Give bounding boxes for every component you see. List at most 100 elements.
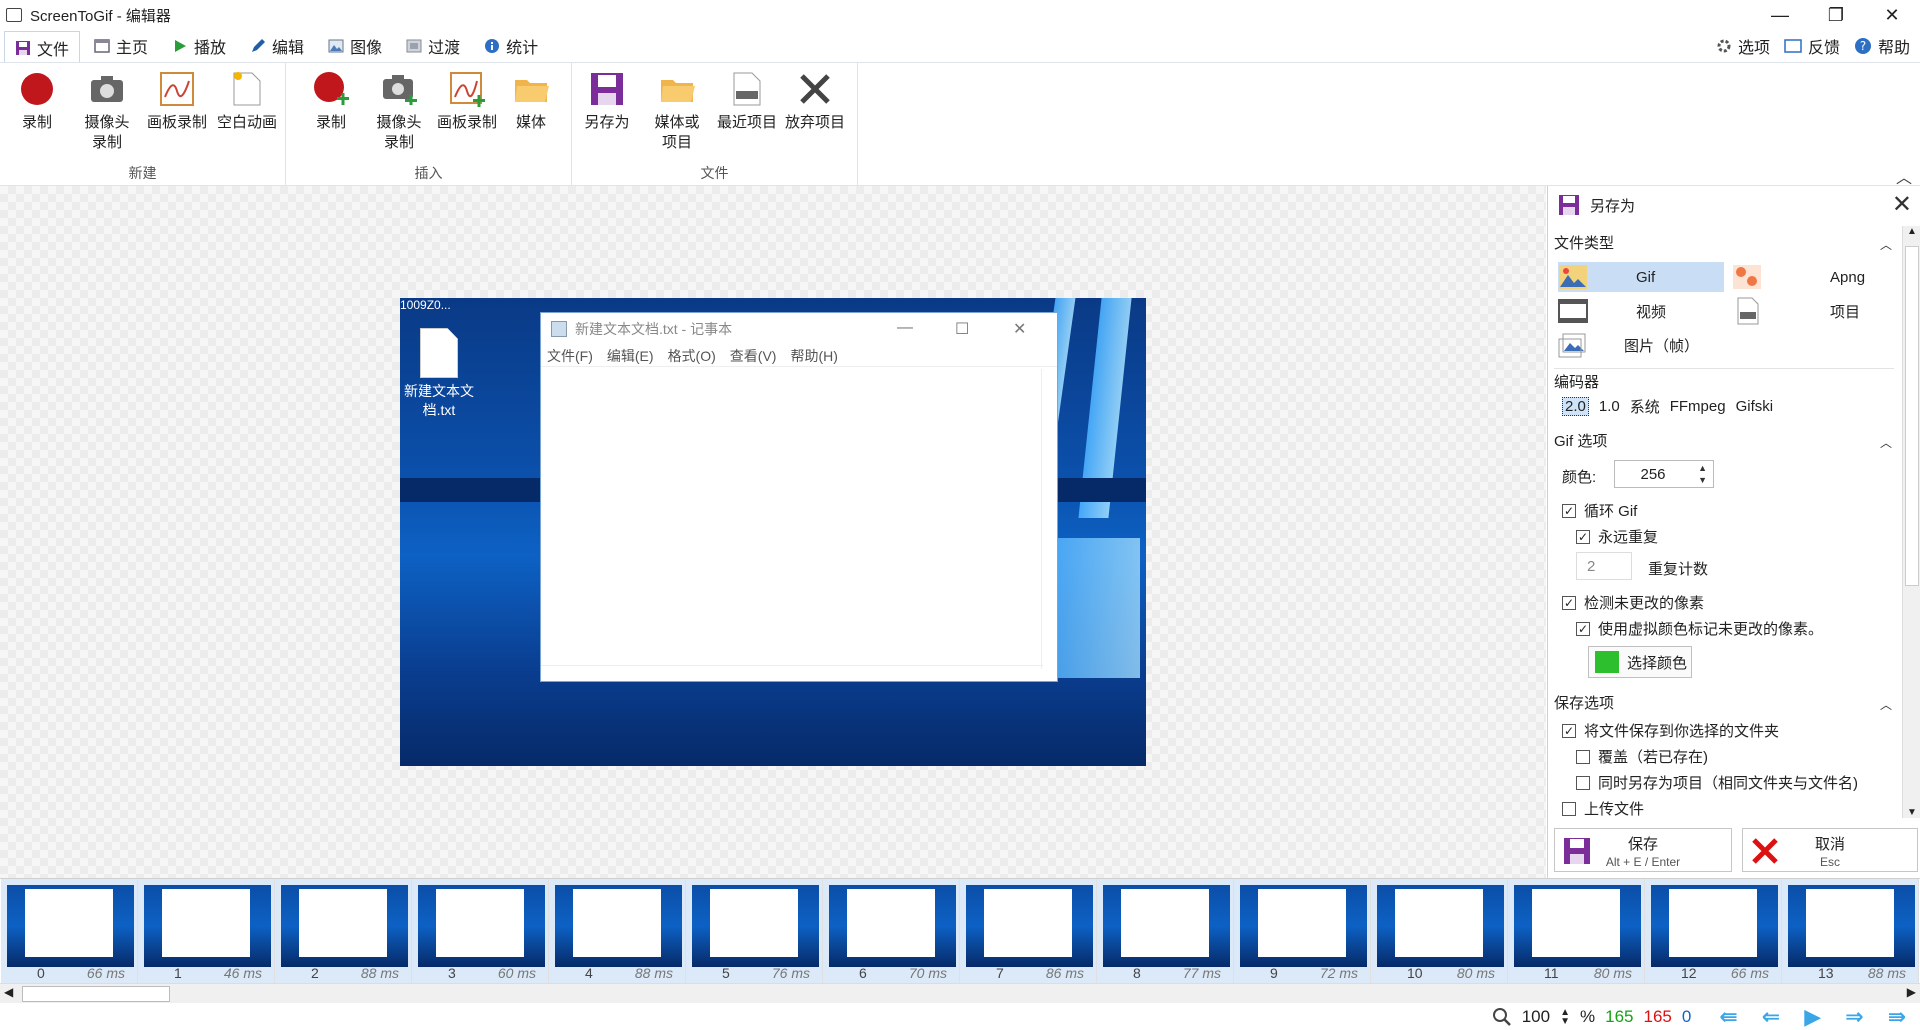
insert-record-button[interactable]: 录制 (296, 69, 366, 133)
frame-thumbnail[interactable]: 10 80 ms (1371, 879, 1508, 983)
new-webcam-button[interactable]: 摄像头 录制 (72, 69, 142, 153)
frame-thumbnail[interactable]: 0 66 ms (1, 879, 138, 983)
save-options-collapse-icon[interactable]: ︿ (1880, 696, 1892, 713)
tab-play[interactable]: 播放 (162, 30, 236, 62)
frame-image (1514, 885, 1641, 967)
frame-thumbnail[interactable]: 3 60 ms (412, 879, 549, 983)
minimize-button[interactable]: — (1752, 0, 1808, 30)
file-type-gif[interactable]: Gif (1558, 262, 1724, 292)
scroll-left-icon[interactable]: ◀ (4, 985, 13, 999)
file-type-collapse-icon[interactable]: ︿ (1880, 236, 1892, 253)
scrollbar-thumb[interactable] (1905, 246, 1919, 586)
next-frame-icon[interactable]: ⇒ (1845, 1004, 1863, 1030)
insert-media-button[interactable]: 媒体 (496, 69, 566, 133)
pick-color-button[interactable]: 选择颜色 (1588, 646, 1692, 678)
file-type-image-frames[interactable]: 图片（帧） (1558, 330, 1748, 360)
ribbon: 录制 摄像头 录制 画板录制 空白动画 新建 录制 摄像头 录制 画板录制 媒体… (0, 62, 1920, 186)
first-frame-icon[interactable]: ⇚ (1719, 1004, 1737, 1030)
cancel-button[interactable]: 取消 Esc (1742, 828, 1918, 872)
frame-image (829, 885, 956, 967)
panel-close-button[interactable]: ✕ (1892, 190, 1912, 219)
upload-checkbox[interactable]: 上传文件 (1562, 798, 1644, 819)
insert-webcam-button[interactable]: 摄像头 录制 (364, 69, 434, 153)
stepper-arrows-icon[interactable]: ▲ ▼ (1698, 462, 1707, 486)
collapse-ribbon-icon[interactable]: ︿ (1896, 164, 1912, 188)
frame-thumbnail[interactable]: 8 77 ms (1097, 879, 1234, 983)
record-icon (21, 73, 53, 105)
new-record-button[interactable]: 录制 (2, 69, 72, 133)
zoom-value[interactable]: 100 (1522, 1007, 1550, 1027)
maximize-button[interactable]: ❐ (1808, 0, 1864, 30)
tab-image[interactable]: 图像 (318, 30, 392, 62)
play-frames-icon[interactable]: ▶ (1804, 1004, 1821, 1030)
frame-thumbnail[interactable]: 7 86 ms (960, 879, 1097, 983)
encoder-option[interactable]: 系统 (1630, 396, 1660, 417)
frame-thumbnail[interactable]: 2 88 ms (275, 879, 412, 983)
save-button[interactable]: 保存 Alt + E / Enter (1554, 828, 1732, 872)
scroll-up-icon[interactable]: ▲ (1903, 226, 1920, 237)
tab-transition-label: 过渡 (428, 40, 461, 57)
insert-board-button[interactable]: 画板录制 (432, 69, 502, 133)
save-as-panel: 另存为 ✕ 文件类型 ︿ Gif Apng 视频 项目 图片（帧） 编码器 2.… (1547, 186, 1920, 878)
zoom-stepper-icon[interactable]: ▲ ▼ (1560, 1007, 1570, 1026)
tab-statistics[interactable]: 统计 (474, 30, 548, 62)
save-as-button[interactable]: 另存为 (572, 69, 642, 133)
colors-input[interactable]: 256 ▲ ▼ (1614, 460, 1714, 488)
camera-icon (91, 76, 123, 102)
tab-file[interactable]: 文件 (4, 31, 81, 63)
frame-thumbnail[interactable]: 1 46 ms (138, 879, 275, 983)
file-type-video[interactable]: 视频 (1558, 296, 1724, 326)
new-board-button[interactable]: 画板录制 (142, 69, 212, 133)
encoder-option[interactable]: 1.0 (1599, 398, 1620, 415)
frame-thumbnail[interactable]: 4 88 ms (549, 879, 686, 983)
close-button[interactable]: ✕ (1864, 0, 1920, 30)
frame-thumbnail[interactable]: 13 88 ms (1782, 879, 1919, 983)
new-blank-button[interactable]: 空白动画 (212, 69, 282, 133)
recent-file-icon (733, 72, 761, 106)
insert-media-label: 媒体 (515, 114, 546, 131)
frame-list-scrollbar[interactable]: ◀ ▶ (0, 983, 1920, 1003)
scrollbar-thumb[interactable] (22, 986, 170, 1002)
last-frame-icon[interactable]: ⇛ (1888, 1004, 1906, 1030)
encoder-option[interactable]: 2.0 (1562, 397, 1589, 416)
frame-delay: 72 ms (1319, 965, 1358, 981)
frame-thumbnail[interactable]: 6 70 ms (823, 879, 960, 983)
record-add-icon (314, 72, 349, 105)
gif-options-collapse-icon[interactable]: ︿ (1880, 434, 1892, 451)
tab-home[interactable]: 主页 (84, 30, 158, 62)
discard-project-label: 放弃项目 (784, 114, 845, 131)
file-type-apng[interactable]: Apng (1732, 262, 1898, 292)
options-link[interactable]: 选项 (1716, 34, 1770, 58)
repeat-forever-checkbox[interactable]: ✓ 永远重复 (1576, 526, 1658, 547)
frame-thumbnail[interactable]: 9 72 ms (1234, 879, 1371, 983)
tab-transition[interactable]: 过渡 (396, 30, 470, 62)
recent-projects-button[interactable]: 最近项目 (712, 69, 782, 133)
tab-edit[interactable]: 编辑 (240, 30, 314, 62)
dummy-color-checkbox[interactable]: ✓ 使用虚拟颜色标记未更改的像素。 (1576, 618, 1823, 639)
frame-image (144, 885, 271, 967)
frame-thumbnail[interactable]: 11 80 ms (1508, 879, 1645, 983)
scroll-down-icon[interactable]: ▼ (1903, 807, 1920, 818)
repeat-count-input[interactable]: 2 (1576, 552, 1632, 580)
previous-frame-icon[interactable]: ⇐ (1762, 1004, 1780, 1030)
save-as-project-checkbox[interactable]: 同时另存为项目（相同文件夹与文件名) (1576, 772, 1858, 793)
panel-scrollbar[interactable]: ▲ ▼ (1902, 226, 1920, 818)
frame-thumbnail[interactable]: 5 76 ms (686, 879, 823, 983)
overwrite-checkbox[interactable]: 覆盖（若已存在) (1576, 746, 1708, 767)
scroll-right-icon[interactable]: ▶ (1907, 985, 1916, 999)
help-link[interactable]: ? 帮助 (1854, 34, 1910, 58)
detect-unchanged-checkbox[interactable]: ✓ 检测未更改的像素 (1562, 592, 1704, 613)
media-project-button[interactable]: 媒体或 项目 (642, 69, 712, 153)
encoder-options: 2.0 1.0 系统 FFmpeg Gifski (1562, 396, 1773, 417)
file-type-project[interactable]: 项目 (1732, 296, 1898, 326)
discard-project-button[interactable]: 放弃项目 (780, 69, 850, 133)
app-icon (6, 8, 22, 22)
encoder-option[interactable]: Gifski (1736, 398, 1774, 415)
notepad-vertical-scrollbar (1041, 369, 1057, 669)
feedback-link[interactable]: 反馈 (1784, 34, 1840, 58)
encoder-option[interactable]: FFmpeg (1670, 398, 1726, 415)
loop-gif-checkbox[interactable]: ✓ 循环 Gif (1562, 500, 1637, 521)
frame-delay: 66 ms (86, 965, 125, 981)
frame-thumbnail[interactable]: 12 66 ms (1645, 879, 1782, 983)
save-to-folder-checkbox[interactable]: ✓ 将文件保存到你选择的文件夹 (1562, 720, 1779, 741)
